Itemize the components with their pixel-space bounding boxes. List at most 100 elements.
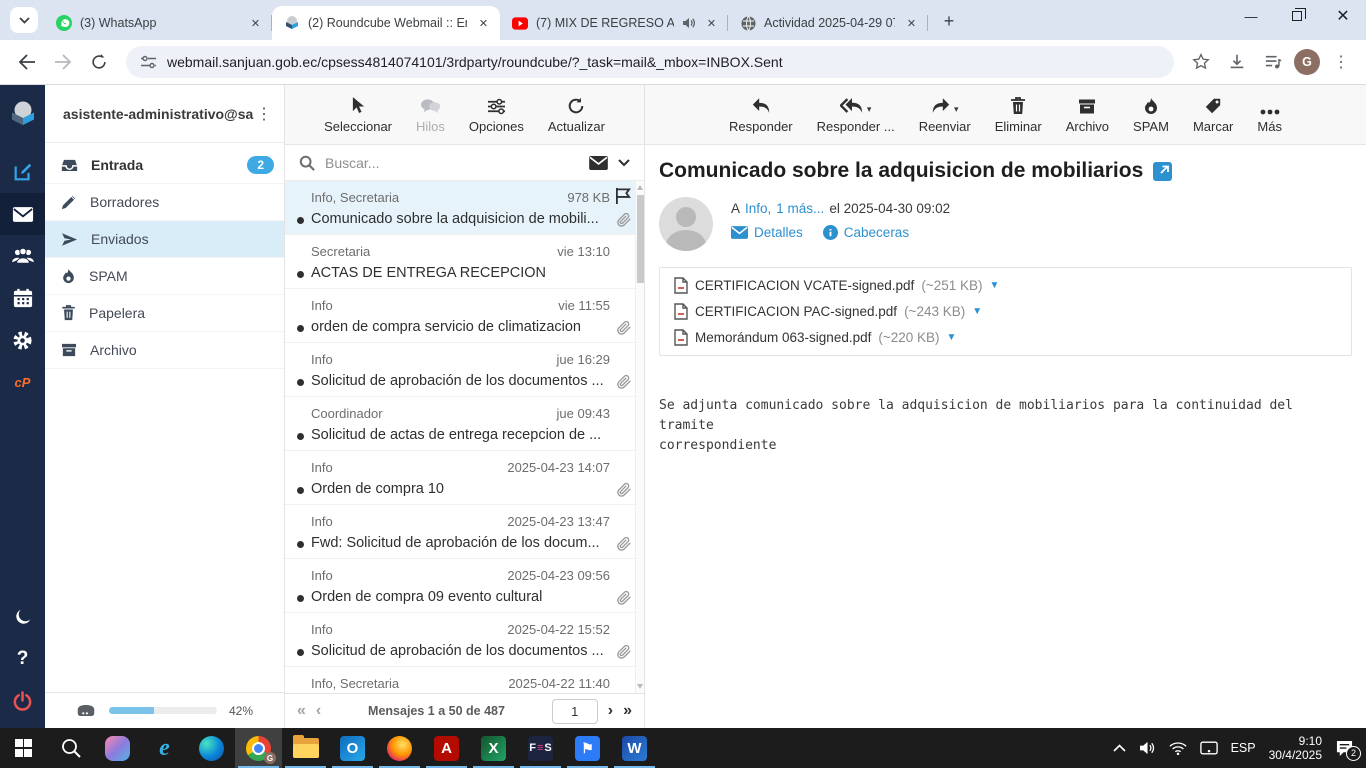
folder-papelera[interactable]: Papelera <box>45 295 284 332</box>
tab-close-icon[interactable]: ✕ <box>903 15 920 32</box>
language-indicator[interactable]: ESP <box>1231 741 1256 755</box>
page-number-input[interactable] <box>551 698 598 724</box>
attachment-chip[interactable]: CERTIFICACION VCATE-signed.pdf (~251 KB)… <box>674 277 999 294</box>
refresh-button[interactable]: Actualizar <box>543 95 610 134</box>
url-text[interactable]: webmail.sanjuan.gob.ec/cpsess4814074101/… <box>167 54 783 70</box>
search-input[interactable] <box>325 154 579 171</box>
folder-borradores[interactable]: Borradores <box>45 184 284 221</box>
settings-nav-button[interactable] <box>0 319 45 361</box>
taskbar-search-button[interactable] <box>47 728 94 768</box>
logout-power-button[interactable] <box>0 680 45 722</box>
more-button[interactable]: Más <box>1252 95 1287 134</box>
folder-entrada[interactable]: Entrada 2 <box>45 147 284 184</box>
search-options-chevron-icon[interactable] <box>618 158 630 167</box>
tab-close-icon[interactable]: ✕ <box>247 15 264 32</box>
reply-all-caret-icon[interactable]: ▾ <box>867 104 872 115</box>
account-menu-icon[interactable]: ⋮ <box>254 104 274 124</box>
bookmark-star-icon[interactable] <box>1186 47 1216 77</box>
folder-archivo[interactable]: Archivo <box>45 332 284 369</box>
message-row[interactable]: Info 2025-04-23 09:56 Orden de compra 09 … <box>285 559 644 613</box>
cast-icon[interactable] <box>1199 741 1218 755</box>
scroll-up-icon[interactable] <box>637 185 643 190</box>
restore-button[interactable] <box>1274 0 1320 32</box>
browser-menu-icon[interactable]: ⋮ <box>1326 47 1356 77</box>
tab-whatsapp[interactable]: (3) WhatsApp ✕ <box>44 6 272 40</box>
word-button[interactable]: W <box>611 728 658 768</box>
attachment-menu-caret-icon[interactable]: ▼ <box>989 280 999 291</box>
open-in-new-window-icon[interactable] <box>1153 161 1173 181</box>
search-scope-mail-icon[interactable] <box>589 155 608 170</box>
delete-button[interactable]: Eliminar <box>990 95 1047 134</box>
message-row[interactable]: Info 2025-04-23 14:07 Orden de compra 10 <box>285 451 644 505</box>
attachment-menu-caret-icon[interactable]: ▼ <box>972 306 982 317</box>
options-button[interactable]: Opciones <box>464 95 529 134</box>
headers-toggle[interactable]: Cabeceras <box>822 225 909 240</box>
close-button[interactable]: ✕ <box>1320 0 1366 32</box>
minimize-button[interactable]: — <box>1228 0 1274 32</box>
tab-roundcube-active[interactable]: (2) Roundcube Webmail :: Envia ✕ <box>272 6 500 40</box>
compose-button[interactable] <box>0 151 45 193</box>
details-toggle[interactable]: Detalles <box>731 225 803 240</box>
acrobat-button[interactable]: A <box>423 728 470 768</box>
excel-button[interactable]: X <box>470 728 517 768</box>
clock[interactable]: 9:10 30/4/2025 <box>1269 734 1322 762</box>
folder-enviados[interactable]: Enviados <box>45 221 284 258</box>
help-button[interactable]: ? <box>0 638 45 680</box>
planner-app-button[interactable]: ⚑ <box>564 728 611 768</box>
message-row-partial[interactable]: Info, Secretaria 2025-04-22 11:40 <box>285 667 644 693</box>
site-settings-icon[interactable] <box>140 55 157 69</box>
wifi-icon[interactable] <box>1169 741 1187 755</box>
attachment-chip[interactable]: CERTIFICACION PAC-signed.pdf (~243 KB) ▼ <box>674 303 982 320</box>
message-row[interactable]: Info 2025-04-23 13:47 Fwd: Solicitud de a… <box>285 505 644 559</box>
prev-page-icon[interactable]: ‹ <box>316 702 321 720</box>
firefox-button[interactable] <box>376 728 423 768</box>
edge-button[interactable] <box>188 728 235 768</box>
message-row-selected[interactable]: Info, Secretaria 978 KB Comunicado sobre … <box>285 181 644 235</box>
contacts-nav-button[interactable] <box>0 235 45 277</box>
tab-actividad[interactable]: Actividad 2025-04-29 07:30:00 ✕ <box>728 6 928 40</box>
list-scrollbar[interactable] <box>635 181 644 693</box>
reply-button[interactable]: Responder <box>724 95 798 134</box>
tab-close-icon[interactable]: ✕ <box>475 15 492 32</box>
new-tab-button[interactable]: + <box>936 8 962 34</box>
volume-icon[interactable] <box>1139 741 1156 755</box>
tab-close-icon[interactable]: ✕ <box>703 15 720 32</box>
file-explorer-button[interactable] <box>282 728 329 768</box>
fes-app-button[interactable]: F ≡ S <box>517 728 564 768</box>
tab-audio-icon[interactable] <box>682 17 695 29</box>
start-button[interactable] <box>0 728 47 768</box>
notification-center-button[interactable]: 2 <box>1335 740 1361 761</box>
forward-button[interactable]: ▾ Reenviar <box>914 95 976 134</box>
address-bar[interactable]: webmail.sanjuan.gob.ec/cpsess4814074101/… <box>126 46 1174 78</box>
reply-all-button[interactable]: ▾ Responder ... <box>812 95 900 134</box>
outlook-button[interactable]: O <box>329 728 376 768</box>
message-row[interactable]: Info jue 16:29 Solicitud de aprobación de… <box>285 343 644 397</box>
select-button[interactable]: Seleccionar <box>319 95 397 134</box>
forward-caret-icon[interactable]: ▾ <box>954 104 959 115</box>
internet-explorer-button[interactable]: e <box>141 728 188 768</box>
reload-button[interactable] <box>84 47 114 77</box>
message-row[interactable]: Secretaria vie 13:10 ACTAS DE ENTREGA REC… <box>285 235 644 289</box>
cpanel-button[interactable]: cP <box>0 361 45 403</box>
copilot-button[interactable] <box>94 728 141 768</box>
first-page-icon[interactable]: « <box>297 702 306 720</box>
media-playlist-icon[interactable] <box>1258 47 1288 77</box>
attachment-menu-caret-icon[interactable]: ▼ <box>947 332 957 343</box>
next-page-icon[interactable]: › <box>608 702 613 720</box>
dark-mode-moon-icon[interactable] <box>0 596 45 638</box>
mark-button[interactable]: Marcar <box>1188 95 1238 134</box>
recipient-link[interactable]: Info, <box>745 201 771 216</box>
tab-search-button[interactable] <box>10 7 38 33</box>
browser-profile-avatar[interactable]: G <box>1294 49 1320 75</box>
message-row[interactable]: Info 2025-04-22 15:52 Solicitud de aproba… <box>285 613 644 667</box>
tab-youtube[interactable]: (7) MIX DE REGRESO AL PA ✕ <box>500 6 728 40</box>
calendar-nav-button[interactable] <box>0 277 45 319</box>
downloads-icon[interactable] <box>1222 47 1252 77</box>
folder-spam[interactable]: SPAM <box>45 258 284 295</box>
chrome-button[interactable]: G <box>235 728 282 768</box>
scroll-down-icon[interactable] <box>637 684 643 689</box>
threads-button[interactable]: Hilos <box>411 95 450 134</box>
tray-expand-chevron-icon[interactable] <box>1113 744 1126 752</box>
last-page-icon[interactable]: » <box>623 702 632 720</box>
flag-icon[interactable] <box>615 187 632 205</box>
